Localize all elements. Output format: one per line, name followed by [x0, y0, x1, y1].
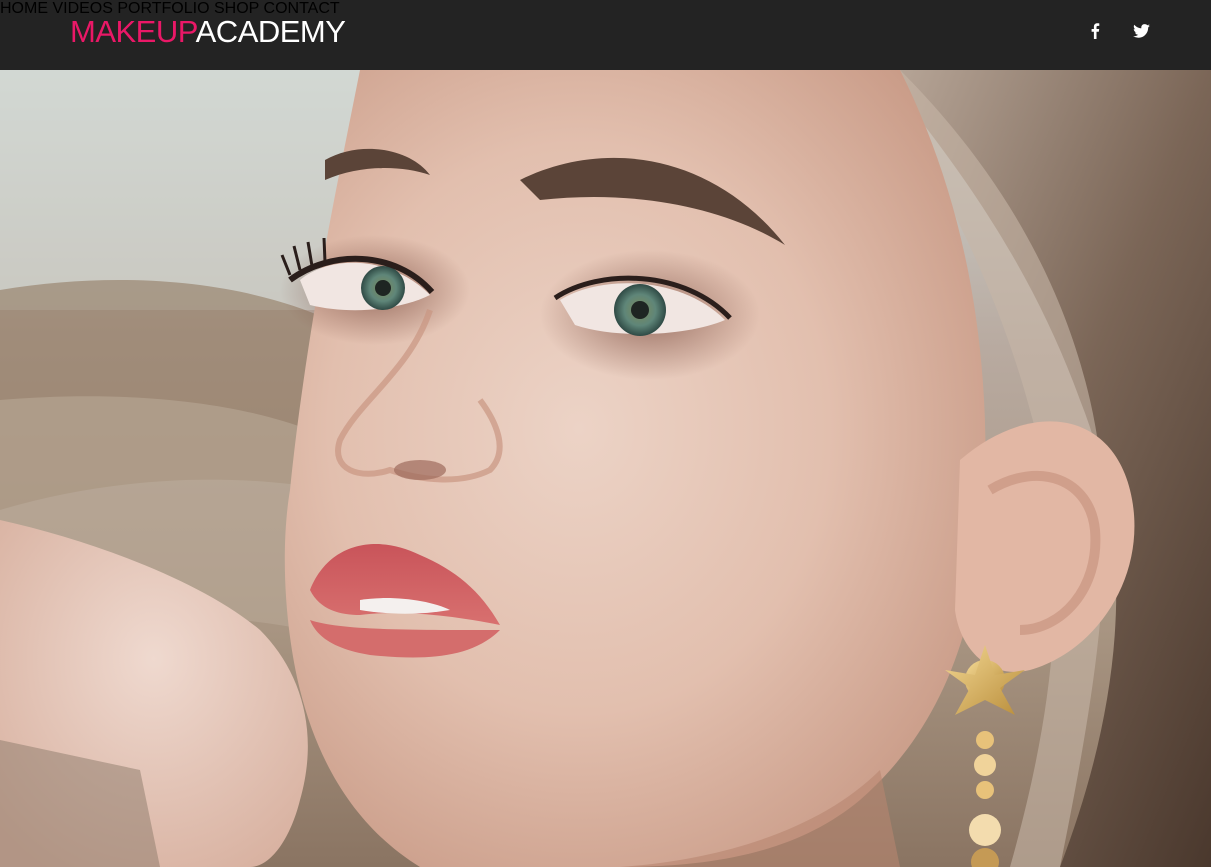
facebook-icon[interactable] — [1086, 22, 1104, 40]
nav-item-home[interactable]: HOME — [0, 0, 48, 17]
site-header: MAKEUPACADEMY HOME VIDEOS PORTFOLIO SHOP… — [0, 0, 1211, 70]
hero-portrait-image — [0, 70, 1211, 867]
logo-main-text: ACADEMY — [195, 14, 346, 49]
site-logo[interactable]: MAKEUPACADEMY — [70, 14, 346, 50]
twitter-icon[interactable] — [1132, 22, 1150, 40]
hero-section — [0, 70, 1211, 867]
logo-accent-text: MAKEUP — [70, 14, 196, 49]
